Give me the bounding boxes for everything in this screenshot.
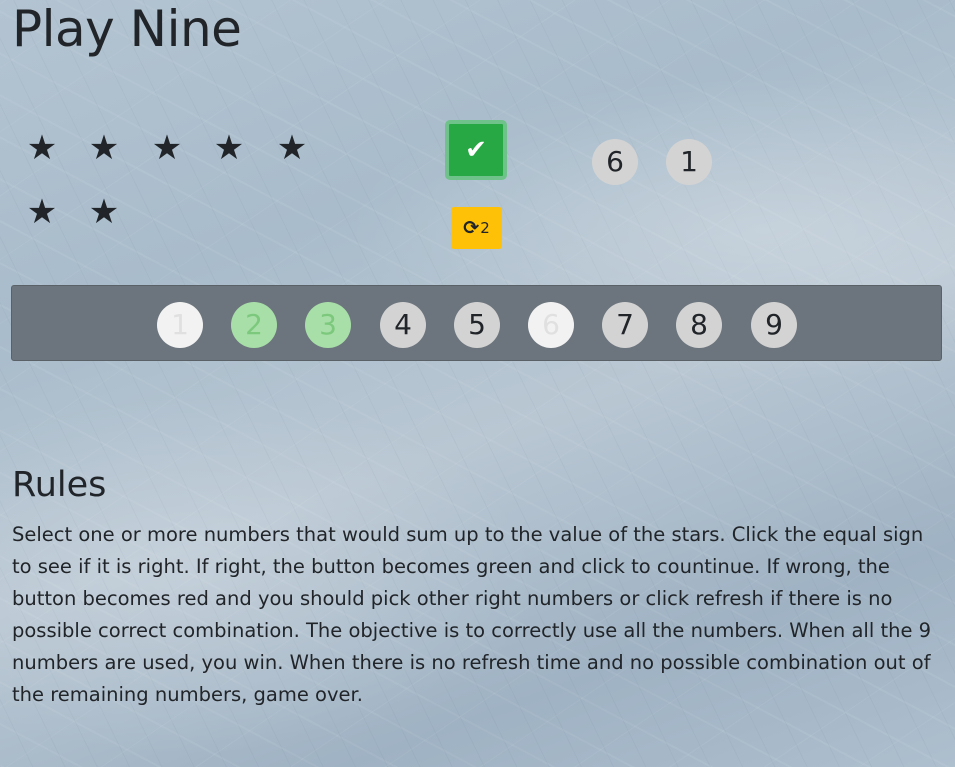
refresh-icon: ⟳ <box>463 217 480 239</box>
star-icon: ★ <box>276 128 308 168</box>
number-2[interactable]: 2 <box>231 302 277 348</box>
number-8[interactable]: 8 <box>676 302 722 348</box>
star-icon: ★ <box>26 192 58 232</box>
number-7[interactable]: 7 <box>602 302 648 348</box>
star-icon: ★ <box>88 128 120 168</box>
number-9[interactable]: 9 <box>751 302 797 348</box>
star-icon: ★ <box>151 128 183 168</box>
rules-text: Select one or more numbers that would su… <box>12 523 932 706</box>
selected-number[interactable]: 6 <box>592 139 638 185</box>
star-icon: ★ <box>213 128 245 168</box>
refresh-count: 2 <box>480 219 490 237</box>
number-3[interactable]: 3 <box>305 302 351 348</box>
check-icon: ✔ <box>465 135 487 165</box>
star-icon: ★ <box>26 128 58 168</box>
number-5[interactable]: 5 <box>454 302 500 348</box>
selected-number[interactable]: 1 <box>666 139 712 185</box>
refresh-button[interactable]: ⟳ 2 <box>451 207 502 249</box>
numbers-panel: 1 2 3 4 5 6 7 8 9 <box>11 285 942 361</box>
check-answer-button[interactable]: ✔ <box>445 120 507 180</box>
star-icon: ★ <box>88 192 120 232</box>
page-title: Play Nine <box>12 0 242 58</box>
number-4[interactable]: 4 <box>380 302 426 348</box>
number-1[interactable]: 1 <box>157 302 203 348</box>
number-6[interactable]: 6 <box>528 302 574 348</box>
rules-heading: Rules <box>12 465 107 505</box>
